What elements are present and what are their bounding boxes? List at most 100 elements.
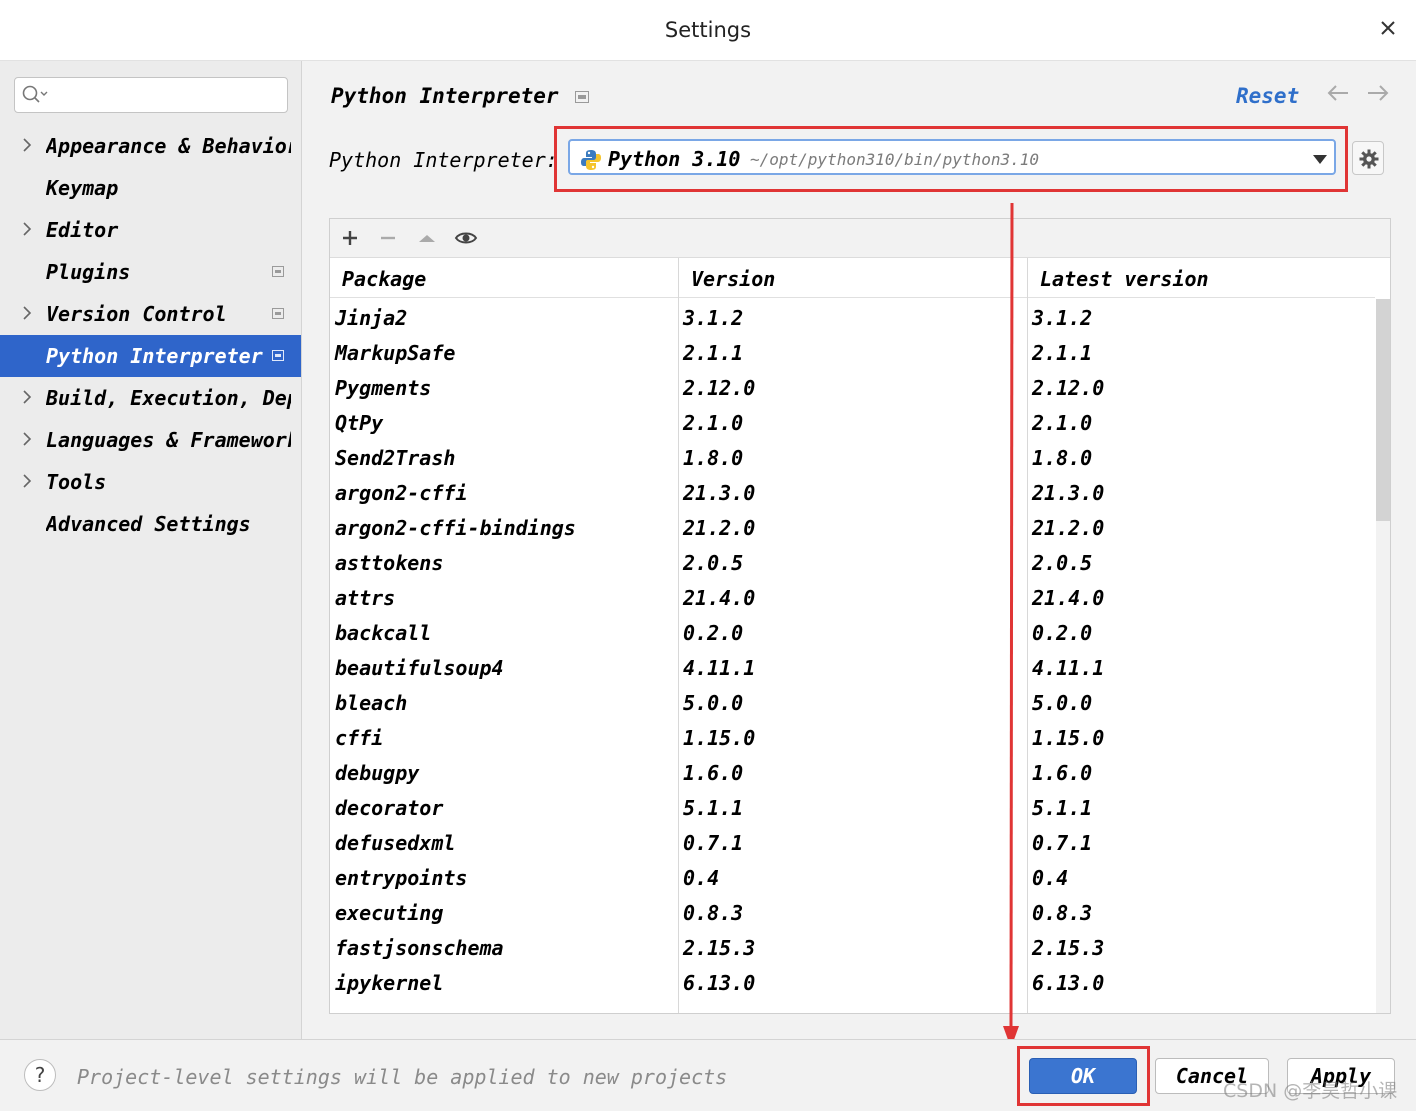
table-row[interactable]: MarkupSafe 2.1.1 2.1.1 <box>330 334 1375 369</box>
table-row[interactable]: backcall 0.2.0 0.2.0 <box>330 614 1375 649</box>
sidebar-item[interactable]: Build, Execution, Deployment <box>0 377 301 419</box>
arrow-forward-icon[interactable] <box>1366 83 1390 103</box>
package-version: 1.8.0 <box>683 446 744 470</box>
package-latest-version: 6.13.0 <box>1032 971 1105 995</box>
chevron-right-icon[interactable] <box>22 306 32 320</box>
sidebar-item-label: Advanced Settings <box>46 512 251 536</box>
package-latest-version: 3.1.2 <box>1032 306 1093 330</box>
package-name: cffi <box>335 726 384 750</box>
package-version: 2.15.3 <box>683 936 756 960</box>
package-latest-version: 0.2.0 <box>1032 621 1093 645</box>
page-title: Python Interpreter <box>331 84 559 108</box>
sidebar-item[interactable]: Languages & Frameworks <box>0 419 301 461</box>
table-row[interactable]: Send2Trash 1.8.0 1.8.0 <box>330 439 1375 474</box>
package-version: 5.1.1 <box>683 796 744 820</box>
package-latest-version: 1.6.0 <box>1032 761 1093 785</box>
sidebar-item[interactable]: Appearance & Behavior <box>0 125 301 167</box>
interpreter-label: Python Interpreter: <box>329 148 558 172</box>
gear-icon <box>1359 149 1379 169</box>
column-header-latest[interactable]: Latest version <box>1028 258 1375 298</box>
minus-icon[interactable] <box>376 226 400 250</box>
reset-link[interactable]: Reset <box>1236 84 1299 108</box>
sidebar-item[interactable]: Keymap <box>0 167 301 209</box>
sidebar-item-label: Languages & Frameworks <box>46 428 291 452</box>
package-latest-version: 5.0.0 <box>1032 691 1093 715</box>
package-name: Send2Trash <box>335 446 456 470</box>
sidebar-item-label: Editor <box>46 218 119 242</box>
ok-button[interactable]: OK <box>1029 1058 1137 1094</box>
table-row[interactable]: argon2-cffi-bindings 21.2.0 21.2.0 <box>330 509 1375 544</box>
sidebar-item-label: Plugins <box>46 260 131 284</box>
table-row[interactable]: QtPy 2.1.0 2.1.0 <box>330 404 1375 439</box>
arrow-back-icon[interactable] <box>1326 83 1350 103</box>
package-version: 1.6.0 <box>683 761 744 785</box>
sidebar-item[interactable]: Editor <box>0 209 301 251</box>
interpreter-path: ~/opt/python310/bin/python3.10 <box>750 150 1039 169</box>
package-latest-version: 5.1.1 <box>1032 796 1093 820</box>
table-row[interactable]: Pygments 2.12.0 2.12.0 <box>330 369 1375 404</box>
project-scope-icon <box>272 350 284 361</box>
sidebar-item[interactable]: Plugins <box>0 251 301 293</box>
table-row[interactable]: entrypoints 0.4 0.4 <box>330 859 1375 894</box>
package-version: 2.0.5 <box>683 551 744 575</box>
table-row[interactable]: debugpy 1.6.0 1.6.0 <box>330 754 1375 789</box>
package-version: 3.1.2 <box>683 306 744 330</box>
package-version: 1.15.0 <box>683 726 756 750</box>
package-latest-version: 2.12.0 <box>1032 376 1105 400</box>
chevron-right-icon[interactable] <box>22 390 32 404</box>
table-row[interactable]: defusedxml 0.7.1 0.7.1 <box>330 824 1375 859</box>
sidebar-item[interactable]: Tools <box>0 461 301 503</box>
package-version: 0.8.3 <box>683 901 744 925</box>
table-row[interactable]: Jinja2 3.1.2 3.1.2 <box>330 299 1375 334</box>
package-version: 5.0.0 <box>683 691 744 715</box>
table-row[interactable]: beautifulsoup4 4.11.1 4.11.1 <box>330 649 1375 684</box>
table-row[interactable]: argon2-cffi 21.3.0 21.3.0 <box>330 474 1375 509</box>
eye-icon[interactable] <box>454 226 478 250</box>
package-latest-version: 0.4 <box>1032 866 1069 890</box>
package-latest-version: 1.8.0 <box>1032 446 1093 470</box>
settings-sidebar: Appearance & Behavior Keymap Editor Plugins… <box>0 61 302 1039</box>
package-name: executing <box>335 901 444 925</box>
package-latest-version: 0.8.3 <box>1032 901 1093 925</box>
package-latest-version: 0.7.1 <box>1032 831 1093 855</box>
search-input[interactable] <box>14 77 288 113</box>
table-row[interactable]: attrs 21.4.0 21.4.0 <box>330 579 1375 614</box>
close-icon[interactable] <box>1374 14 1402 42</box>
interpreter-dropdown[interactable]: Python 3.10 ~/opt/python310/bin/python3.… <box>568 139 1336 175</box>
package-name: argon2-cffi-bindings <box>335 516 576 540</box>
scrollbar-thumb[interactable] <box>1376 299 1390 521</box>
plus-icon[interactable] <box>338 226 362 250</box>
table-row[interactable]: asttokens 2.0.5 2.0.5 <box>330 544 1375 579</box>
interpreter-settings-button[interactable] <box>1352 141 1384 175</box>
chevron-right-icon[interactable] <box>22 222 32 236</box>
package-latest-version: 21.3.0 <box>1032 481 1105 505</box>
package-version: 0.4 <box>683 866 720 890</box>
package-version: 21.2.0 <box>683 516 756 540</box>
project-scope-icon <box>272 266 284 277</box>
table-row[interactable]: decorator 5.1.1 5.1.1 <box>330 789 1375 824</box>
package-latest-version: 1.15.0 <box>1032 726 1105 750</box>
table-row[interactable]: bleach 5.0.0 5.0.0 <box>330 684 1375 719</box>
column-header-version[interactable]: Version <box>679 258 1028 298</box>
up-icon[interactable] <box>415 226 439 250</box>
package-latest-version: 2.1.1 <box>1032 341 1093 365</box>
column-header-package[interactable]: Package <box>330 258 679 298</box>
package-name: entrypoints <box>335 866 468 890</box>
sidebar-item[interactable]: Advanced Settings <box>0 503 301 545</box>
table-row[interactable]: ipykernel 6.13.0 6.13.0 <box>330 964 1375 999</box>
table-row[interactable]: executing 0.8.3 0.8.3 <box>330 894 1375 929</box>
package-name: attrs <box>335 586 396 610</box>
package-name: backcall <box>335 621 432 645</box>
table-row[interactable]: cffi 1.15.0 1.15.0 <box>330 719 1375 754</box>
chevron-right-icon[interactable] <box>22 432 32 446</box>
table-row[interactable]: fastjsonschema 2.15.3 2.15.3 <box>330 929 1375 964</box>
help-icon[interactable]: ? <box>24 1059 56 1091</box>
sidebar-item[interactable]: Version Control <box>0 293 301 335</box>
sidebar-item-label: Appearance & Behavior <box>46 134 291 158</box>
watermark: CSDN @李昊哲小课 <box>1223 1080 1398 1102</box>
chevron-right-icon[interactable] <box>22 474 32 488</box>
sidebar-item[interactable]: Python Interpreter <box>0 335 301 377</box>
sidebar-item-label: Keymap <box>46 176 119 200</box>
package-version: 21.3.0 <box>683 481 756 505</box>
chevron-right-icon[interactable] <box>22 138 32 152</box>
